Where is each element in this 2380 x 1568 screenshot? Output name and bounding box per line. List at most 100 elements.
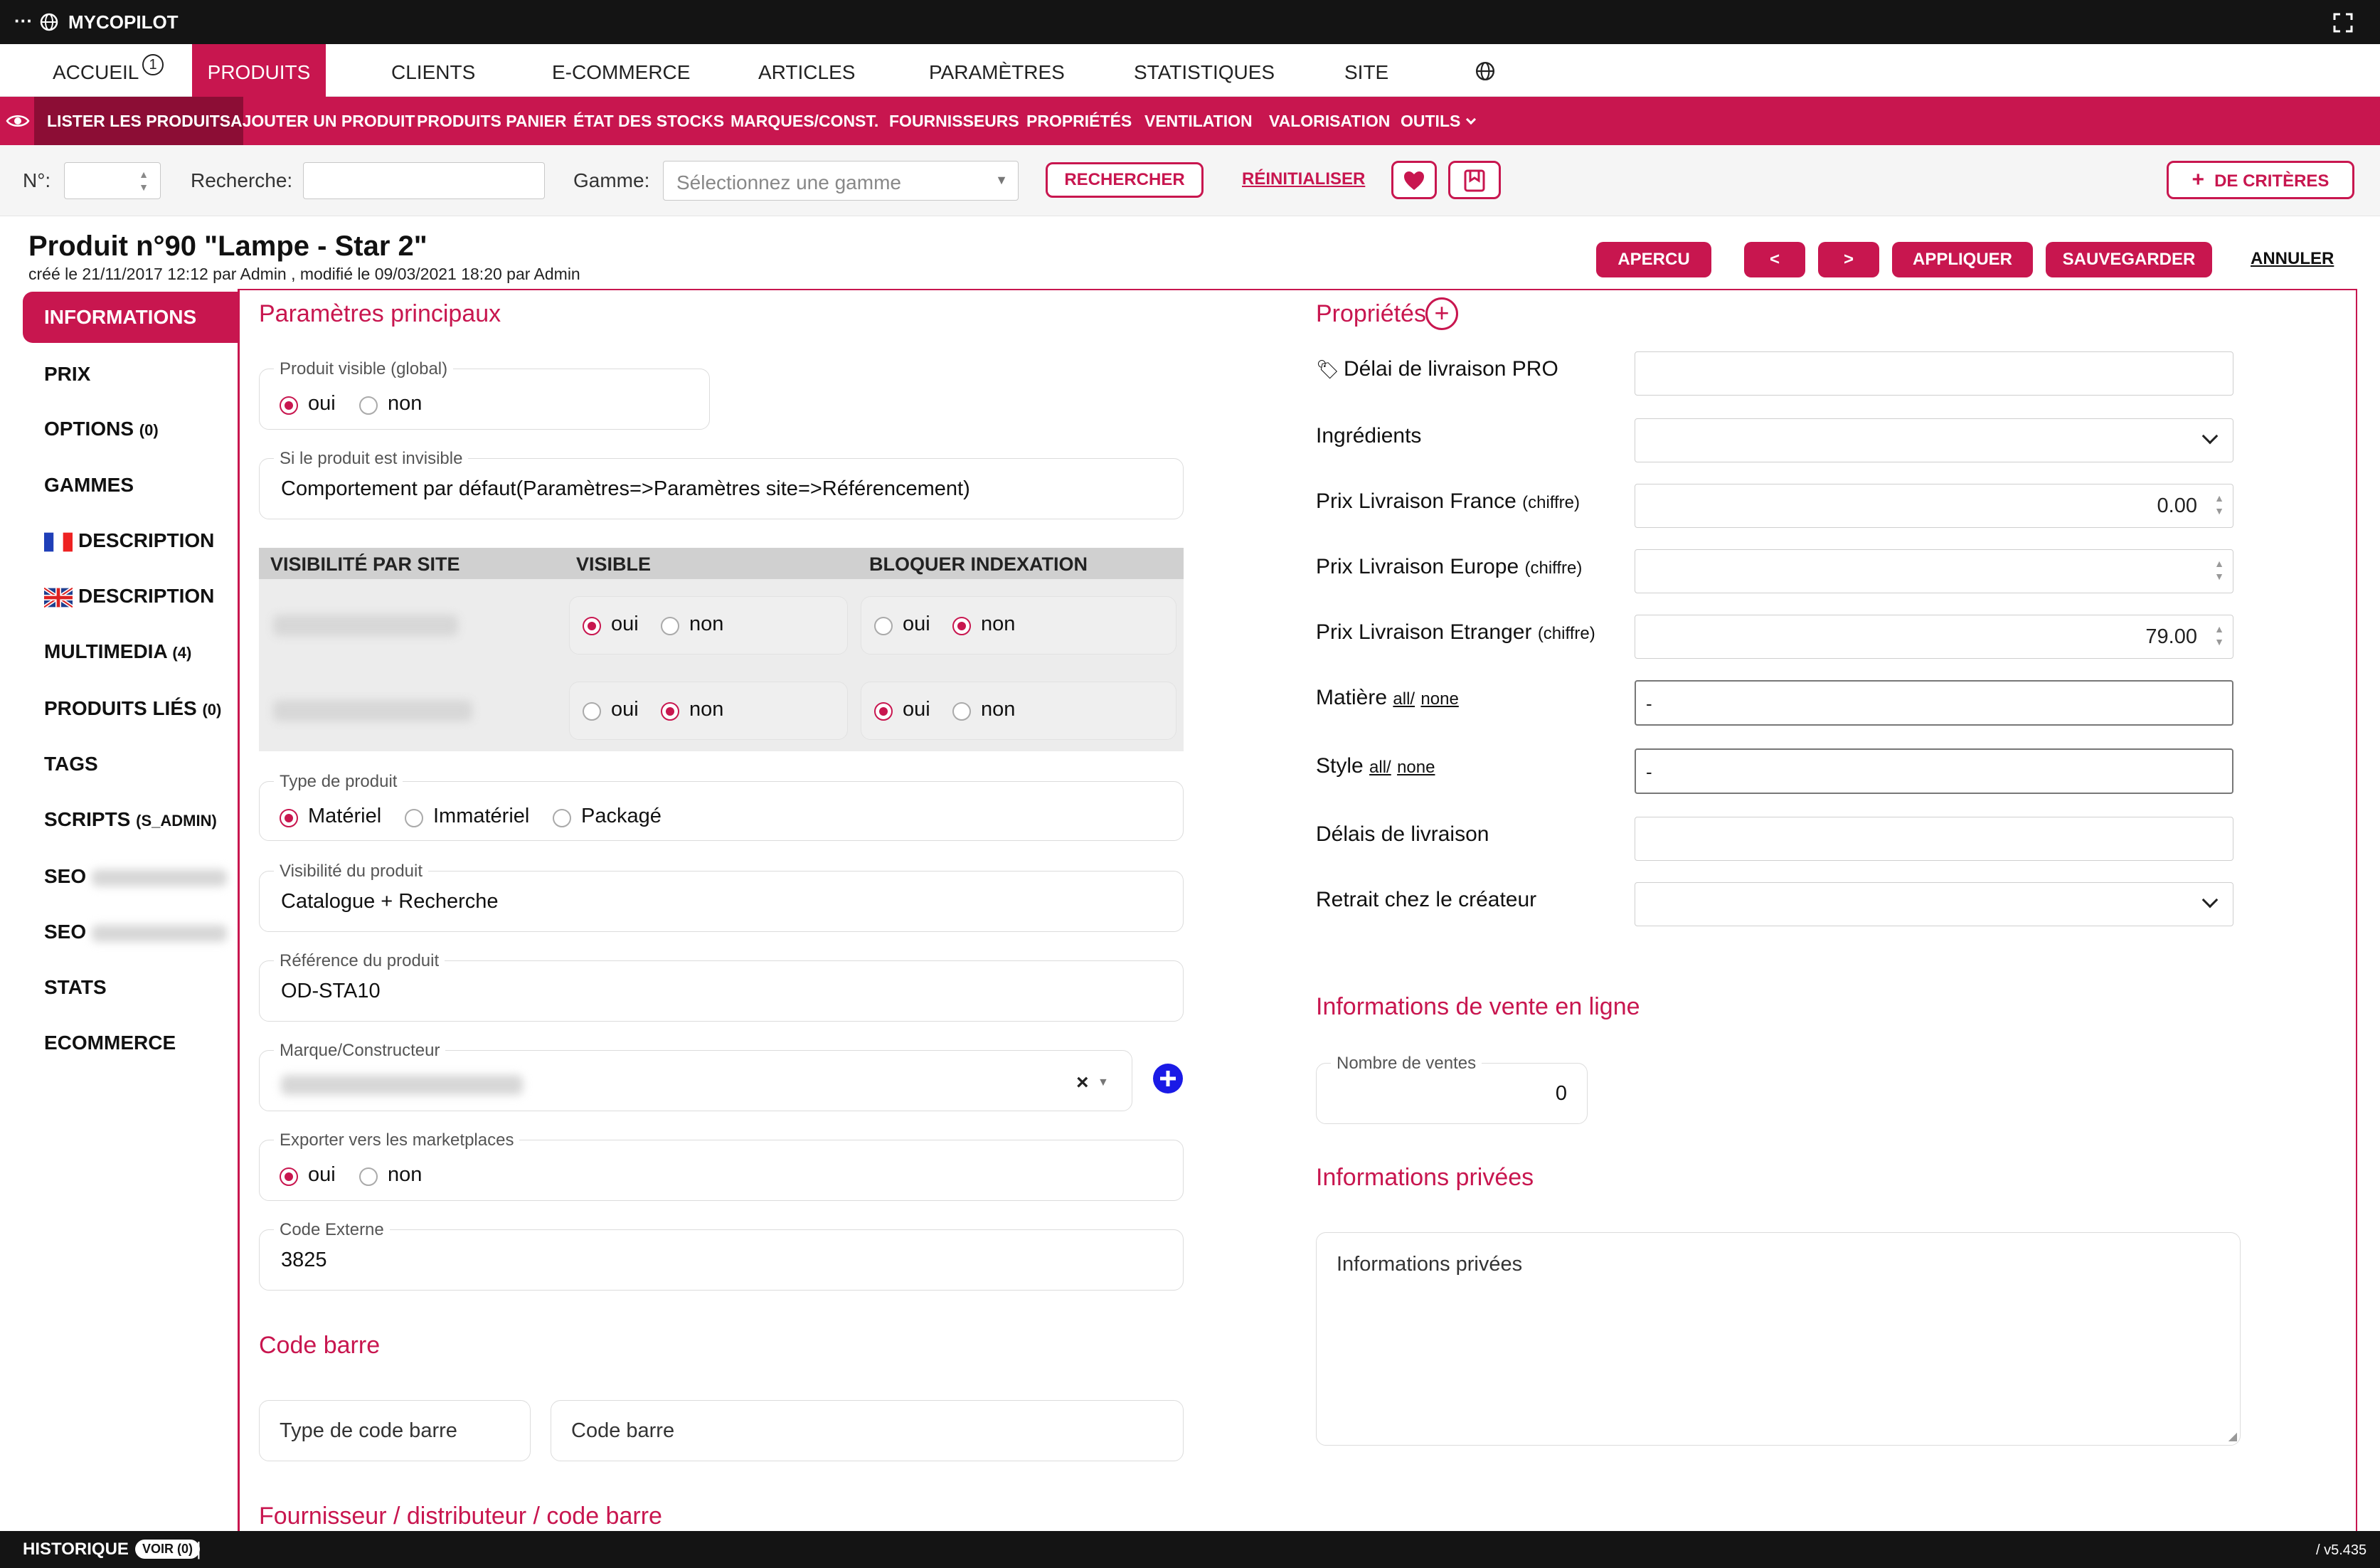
notification-badge[interactable]: 1 (142, 54, 164, 75)
prop-input-delais-livraison[interactable] (1635, 817, 2233, 861)
prop-input-style[interactable]: - (1635, 748, 2233, 794)
sidebar-item-tags[interactable]: TAGS (23, 738, 236, 790)
history-view-button[interactable]: VOIR (0) (135, 1540, 201, 1559)
add-property-icon[interactable]: + (1425, 297, 1458, 330)
apply-button[interactable]: APPLIQUER (1892, 242, 2033, 277)
row2-bloquer-no-radio[interactable] (952, 702, 971, 721)
eye-icon[interactable] (6, 112, 30, 129)
search-input[interactable] (303, 162, 545, 199)
subnav-valorisation[interactable]: VALORISATION (1269, 97, 1390, 145)
nav-parametres[interactable]: PARAMÈTRES (929, 44, 1065, 97)
brand-select[interactable]: Marque/Constructeur × ▼ (259, 1041, 1132, 1111)
more-criteria-button[interactable]: + DE CRITÈRES (2167, 161, 2354, 199)
type-package-radio[interactable] (553, 809, 571, 827)
stepper-icon[interactable]: ▲ ▼ (2214, 623, 2224, 648)
caret-down-icon[interactable]: ▼ (1098, 1076, 1109, 1089)
visible-no-radio[interactable] (359, 396, 378, 415)
product-visibility-field[interactable]: Visibilité du produit Catalogue + Recher… (259, 862, 1184, 932)
row1-visible-yes-radio[interactable] (583, 617, 601, 635)
next-button[interactable]: > (1818, 242, 1879, 277)
bookmark-button[interactable] (1448, 161, 1501, 199)
subnav-lister-produits[interactable]: LISTER LES PRODUITS (34, 97, 244, 145)
sidebar-item-prix[interactable]: PRIX (23, 349, 236, 400)
stepper-icon[interactable]: ▲ ▼ (2214, 492, 2224, 517)
add-brand-icon[interactable] (1152, 1063, 1184, 1094)
visible-yes-radio[interactable] (280, 396, 298, 415)
language-globe-icon[interactable] (1475, 61, 1495, 81)
type-immateriel-radio[interactable] (405, 809, 423, 827)
all-link[interactable]: all/ (1393, 689, 1415, 709)
clear-icon[interactable]: × (1076, 1071, 1089, 1095)
search-button[interactable]: RECHERCHER (1046, 162, 1204, 198)
prop-select-ingredients[interactable] (1635, 418, 2233, 462)
barcode-input[interactable]: Code barre (551, 1400, 1184, 1461)
sidebar-item-description-fr[interactable]: DESCRIPTION (23, 515, 236, 566)
nav-ecommerce[interactable]: E-COMMERCE (552, 44, 690, 97)
sidebar-item-seo-1[interactable]: SEO (23, 851, 236, 902)
sidebar-item-seo-2[interactable]: SEO (23, 906, 236, 958)
sidebar-item-description-en[interactable]: DESCRIPTION (23, 571, 236, 622)
sales-count-field[interactable]: Nombre de ventes 0 (1316, 1054, 1588, 1124)
subnav-proprietes[interactable]: PROPRIÉTÉS (1026, 97, 1132, 145)
external-code-field[interactable]: Code Externe 3825 (259, 1220, 1184, 1291)
sidebar-item-gammes[interactable]: GAMMES (23, 460, 236, 511)
prop-input-prix-etranger[interactable]: 79.00 ▲ ▼ (1635, 615, 2233, 659)
row2-visible-yes-radio[interactable] (583, 702, 601, 721)
sidebar-item-produits-lies[interactable]: PRODUITS LIÉS (0) (23, 683, 236, 734)
invisible-behavior-field[interactable]: Si le produit est invisible Comportement… (259, 449, 1184, 519)
preview-button[interactable]: APERCU (1596, 242, 1711, 277)
cancel-button[interactable]: ANNULER (2251, 249, 2334, 269)
row1-bloquer-no-radio[interactable] (952, 617, 971, 635)
prop-input-prix-europe[interactable]: ▲ ▼ (1635, 549, 2233, 593)
nav-accueil[interactable]: ACCUEIL (53, 44, 139, 97)
prop-input-delai-pro[interactable] (1635, 351, 2233, 396)
stepper-down-icon[interactable]: ▼ (139, 181, 149, 193)
prop-input-prix-france[interactable]: 0.00 ▲ ▼ (1635, 484, 2233, 528)
row2-bloquer-yes-radio[interactable] (874, 702, 893, 721)
favorites-button[interactable] (1391, 161, 1437, 199)
nav-site[interactable]: SITE (1344, 44, 1388, 97)
nav-produits[interactable]: PRODUITS (192, 44, 326, 97)
reset-button[interactable]: RÉINITIALISER (1242, 169, 1365, 189)
subnav-marques[interactable]: MARQUES/CONST. (731, 97, 878, 145)
subnav-fournisseurs[interactable]: FOURNISSEURS (889, 97, 1019, 145)
sidebar-item-multimedia[interactable]: MULTIMEDIA (4) (23, 626, 236, 677)
nav-articles[interactable]: ARTICLES (758, 44, 855, 97)
stepper-up-icon[interactable]: ▲ (139, 169, 149, 180)
row1-bloquer-yes-radio[interactable] (874, 617, 893, 635)
resize-handle-icon[interactable]: ◢ (2228, 1429, 2237, 1443)
sidebar-item-scripts[interactable]: SCRIPTS (S_ADMIN) (23, 794, 236, 845)
fullscreen-icon[interactable] (2333, 13, 2353, 33)
stepper-icon[interactable]: ▲ ▼ (2214, 557, 2224, 583)
save-button[interactable]: SAUVEGARDER (2046, 242, 2212, 277)
subnav-outils[interactable]: OUTILS (1401, 97, 1477, 145)
private-info-textarea[interactable]: Informations privées ◢ (1316, 1232, 2241, 1446)
barcode-type-input[interactable]: Type de code barre (259, 1400, 531, 1461)
gamme-select[interactable]: Sélectionnez une gamme ▼ (663, 161, 1019, 201)
prop-select-retrait[interactable] (1635, 882, 2233, 926)
export-no-radio[interactable] (359, 1167, 378, 1186)
sidebar-item-ecommerce[interactable]: ECOMMERCE (23, 1017, 236, 1069)
nav-clients[interactable]: CLIENTS (391, 44, 475, 97)
row2-bloquer-no-label: non (981, 698, 1016, 721)
nav-statistiques[interactable]: STATISTIQUES (1134, 44, 1275, 97)
subnav-produits-panier[interactable]: PRODUITS PANIER (417, 97, 566, 145)
subnav-ventilation[interactable]: VENTILATION (1144, 97, 1253, 145)
product-reference-field[interactable]: Référence du produit OD-STA10 (259, 951, 1184, 1022)
row1-visible-no-radio[interactable] (661, 617, 679, 635)
row2-visible-no-radio[interactable] (661, 702, 679, 721)
sidebar-item-stats[interactable]: STATS (23, 962, 236, 1013)
num-input[interactable]: ▲ ▼ (64, 162, 161, 199)
all-link[interactable]: all/ (1369, 758, 1391, 777)
sidebar-item-options[interactable]: OPTIONS (0) (23, 403, 236, 455)
subnav-etat-stocks[interactable]: ÉTAT DES STOCKS (573, 97, 724, 145)
none-link[interactable]: none (1420, 689, 1458, 709)
sidebar-item-informations[interactable]: INFORMATIONS (23, 292, 239, 343)
previous-button[interactable]: < (1744, 242, 1805, 277)
subnav-ajouter-produit[interactable]: AJOUTER UN PRODUIT (230, 97, 415, 145)
none-link[interactable]: none (1397, 758, 1435, 777)
menu-dots-icon[interactable]: ··· (14, 10, 33, 32)
export-yes-radio[interactable] (280, 1167, 298, 1186)
prop-input-matiere[interactable]: - (1635, 680, 2233, 726)
type-materiel-radio[interactable] (280, 809, 298, 827)
